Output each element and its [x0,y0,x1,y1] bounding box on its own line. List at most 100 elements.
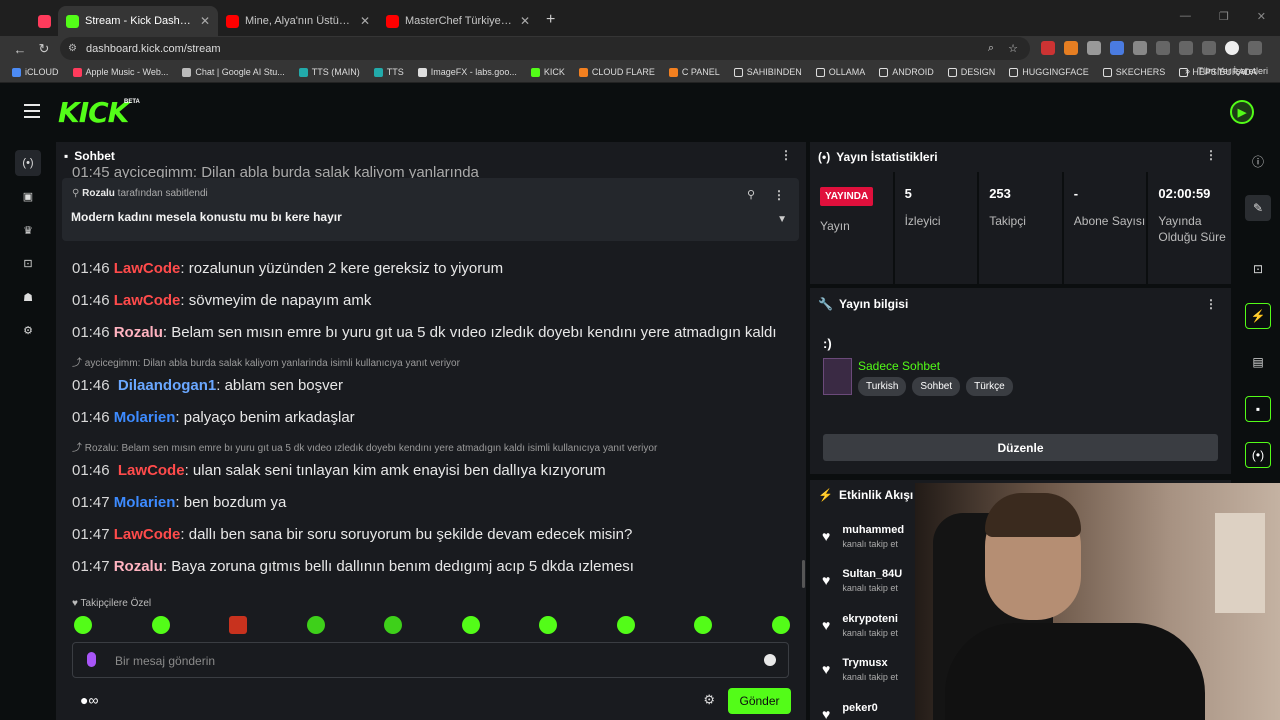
trophy-nav-icon[interactable]: ♛ [15,217,41,243]
bookmark-folder[interactable]: DESIGN [947,67,995,77]
new-tab-button[interactable]: + [546,11,555,29]
bookmark-folder[interactable]: SAHIBINDEN [733,67,802,77]
capture-nav-icon[interactable]: ⊡ [15,250,41,276]
close-icon[interactable]: ✕ [360,14,370,28]
emote-icon[interactable] [384,616,403,634]
pencil-icon[interactable]: ✎ [1245,195,1271,221]
send-button[interactable]: Gönder [728,688,791,714]
unpin-icon[interactable]: ⚲ [747,188,755,201]
reload-icon[interactable]: ↻ [32,41,56,57]
bookmark-item[interactable]: Chat | Google AI Stu... [182,67,285,77]
puzzle-icon[interactable] [1156,41,1170,55]
chat-username[interactable]: LawCode [114,292,181,309]
chat-username[interactable]: Molarien [114,494,176,511]
chat-username[interactable]: LawCode [118,462,185,479]
bookmark-item[interactable]: C PANEL [668,67,720,77]
extension-icon[interactable] [1041,41,1055,55]
menu-dots-icon[interactable] [1248,41,1262,55]
extension-icon[interactable] [1087,41,1101,55]
bookmark-folder[interactable]: SKECHERS [1102,67,1165,77]
bookmark-item[interactable]: iCLOUD [12,67,59,77]
extension-icon[interactable] [1133,41,1147,55]
close-icon[interactable]: ✕ [520,14,530,28]
tab-youtube-mine[interactable]: Mine, Alya'nın Üstüne Araba Sü...✕ [218,6,378,36]
emote-icon[interactable] [461,616,480,634]
category-name[interactable]: Sadece Sohbet [858,359,940,373]
kick-logo[interactable]: KICK [58,96,129,129]
edit-button[interactable]: Düzenle [823,434,1218,461]
bookmark-folder[interactable]: HUGGINGFACE [1009,67,1089,77]
chevron-down-icon[interactable]: ▼ [777,214,787,225]
stream-nav-icon[interactable]: (•) [15,150,41,176]
lightning-icon[interactable]: ⚡ [1245,303,1271,329]
emote-icon[interactable] [306,616,325,634]
chat-username[interactable]: Rozalu [114,324,163,341]
sidebar-icon[interactable] [1202,41,1216,55]
tag-chip[interactable]: Turkish [858,377,907,396]
site-info-icon[interactable]: ⚙ [68,43,77,54]
document-icon[interactable]: ▤ [1245,349,1271,375]
pinned-by: ⚲ Rozalu tarafından sabitlendi [72,188,208,199]
info-icon[interactable]: ⓘ [1245,148,1271,174]
analytics-nav-icon[interactable]: ▣ [15,183,41,209]
emote-icon[interactable] [694,616,713,634]
chat-username[interactable]: LawCode [114,526,181,543]
chat-username[interactable]: Dilaandogan1 [118,377,216,394]
chat-username[interactable]: LawCode [114,260,181,277]
url-field[interactable]: ⚙ dashboard.kick.com/stream ⌕ ☆ [60,37,1030,60]
chat-username[interactable]: Molarien [114,409,176,426]
emote-icon[interactable] [771,616,790,634]
minimize-icon[interactable]: — [1180,10,1191,23]
info-menu-icon[interactable]: ⋮ [1205,297,1217,311]
folder-icon [1009,67,1019,77]
stats-menu-icon[interactable]: ⋮ [1205,148,1217,162]
bookmark-folder[interactable]: ANDROID [879,67,934,77]
zoom-icon[interactable]: ⌕ [988,42,994,55]
tag-chip[interactable]: Türkçe [966,377,1013,396]
bookmark-folder[interactable]: OLLAMA [815,67,865,77]
emote-icon[interactable] [229,616,248,634]
bookmark-item[interactable]: ImageFX - labs.goo... [417,67,517,77]
emoji-icon[interactable] [764,654,776,666]
kick-points-icon[interactable]: ●∞ [80,692,98,708]
emote-icon[interactable] [151,616,170,634]
extension-icon[interactable] [1064,41,1078,55]
bookmark-item[interactable]: KICK [530,67,565,77]
emote-icon[interactable] [74,616,92,634]
chat-input[interactable]: Bir mesaj gönderin [72,642,789,678]
capture-icon[interactable]: ⊡ [1245,256,1271,282]
hamburger-menu-icon[interactable] [24,104,40,122]
close-icon[interactable]: ✕ [200,14,210,28]
tab-kick-dashboard[interactable]: Stream - Kick Dashboard✕ [58,6,218,36]
pinned-menu-icon[interactable]: ⋮ [773,188,785,202]
bookmark-star-icon[interactable]: ☆ [1008,42,1018,55]
tab-apple-music[interactable] [30,6,58,36]
maximize-icon[interactable]: ❐ [1219,10,1229,23]
reply-context: ⤴ aycicegimm: Dilan abla burda salak kal… [72,358,460,369]
all-bookmarks[interactable]: » Tüm Yer İşaretleri [1185,66,1268,76]
emote-icon[interactable] [616,616,635,634]
community-nav-icon[interactable]: ☗ [15,284,41,310]
emote-icon[interactable] [539,616,558,634]
download-icon[interactable] [1179,41,1193,55]
bookmark-item[interactable]: Apple Music - Web... [72,67,168,77]
chat-scrollbar[interactable] [802,560,805,588]
chat-username[interactable]: Rozalu [114,558,163,575]
bookmark-favicon-icon [12,67,21,77]
tab-youtube-masterchef[interactable]: MasterChef Türkiye - YouTube✕ [378,6,538,36]
user-avatar[interactable]: ▶ [1230,100,1254,124]
chat-icon[interactable]: ▪ [1245,396,1271,422]
microphone-icon[interactable] [87,652,96,667]
tag-chip[interactable]: Sohbet [912,377,961,396]
extension-icon[interactable] [1110,41,1124,55]
bookmark-item[interactable]: TTS (MAIN) [298,67,360,77]
chat-settings-icon[interactable]: ⚙ [703,692,715,708]
back-icon[interactable]: ← [8,42,32,57]
bookmark-item[interactable]: TTS [373,67,404,77]
bookmark-item[interactable]: CLOUD FLARE [578,67,655,77]
profile-avatar[interactable] [1225,41,1239,55]
close-window-icon[interactable]: ✕ [1257,10,1266,23]
settings-nav-icon[interactable]: ⚙ [15,317,41,343]
chat-menu-icon[interactable]: ⋮ [780,148,792,162]
broadcast-icon[interactable]: (•) [1245,442,1271,468]
